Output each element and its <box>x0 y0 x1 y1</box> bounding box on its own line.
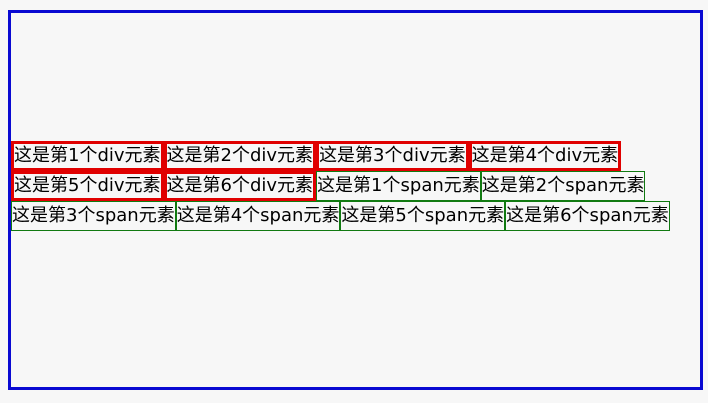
span-element-1: 这是第1个span元素 <box>316 171 481 201</box>
div-element-6: 这是第6个div元素 <box>163 171 317 201</box>
container-box: 这是第1个div元素 这是第2个div元素 这是第3个div元素 这是第4个div元素… <box>8 10 703 390</box>
span-element-3: 这是第3个span元素 <box>11 201 176 231</box>
div-element-4: 这是第4个div元素 <box>468 141 622 171</box>
span-element-6: 这是第6个span元素 <box>505 201 670 231</box>
span-element-4: 这是第4个span元素 <box>175 201 341 231</box>
span-element-5: 这是第5个span元素 <box>340 201 506 231</box>
element-flow: 这是第1个div元素 这是第2个div元素 这是第3个div元素 这是第4个div元素… <box>11 141 700 231</box>
div-element-3: 这是第3个div元素 <box>316 141 469 171</box>
div-element-1: 这是第1个div元素 <box>11 141 164 171</box>
span-element-2: 这是第2个span元素 <box>480 171 646 201</box>
div-element-2: 这是第2个div元素 <box>163 141 317 171</box>
div-element-5: 这是第5个div元素 <box>11 171 164 201</box>
